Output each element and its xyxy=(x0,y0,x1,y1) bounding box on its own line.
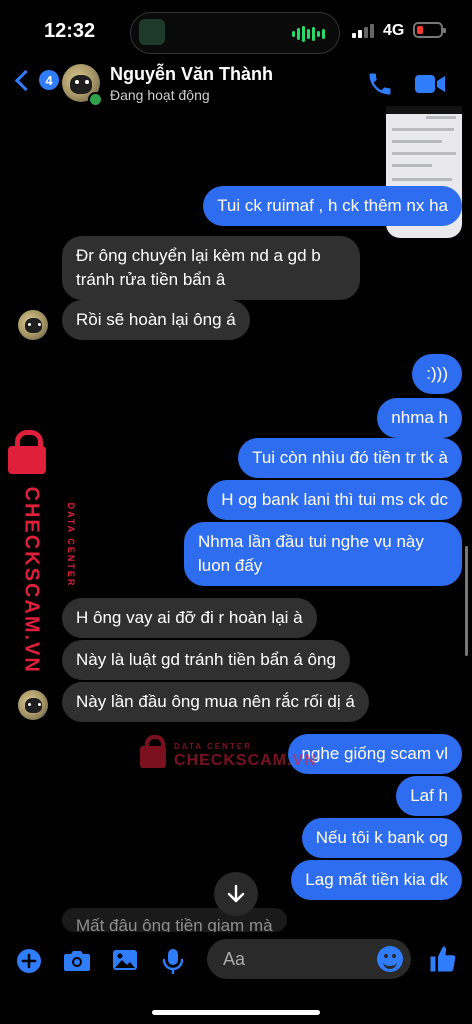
watermark-side: CHECKSCAM.VN DATA CENTER xyxy=(6,430,76,674)
unread-badge: 4 xyxy=(39,70,59,90)
network-type: 4G xyxy=(383,22,405,39)
outgoing-message[interactable]: Laf h xyxy=(396,776,462,816)
online-status-dot xyxy=(88,92,103,107)
arrow-down-icon xyxy=(227,884,245,903)
contact-avatar[interactable] xyxy=(18,690,48,720)
lock-icon xyxy=(8,430,46,474)
watermark-brand: CHECKSCAM.VN xyxy=(174,752,317,769)
watermark-caption: DATA CENTER xyxy=(66,502,76,588)
emoji-icon[interactable] xyxy=(377,946,403,972)
outgoing-message[interactable]: Tui ck ruimaf , h ck thêm nx ha xyxy=(203,186,462,226)
watermark-brand: CHECKSCAM.VN xyxy=(20,486,43,674)
audio-wave-icon xyxy=(292,26,325,42)
status-bar: 12:32 4G xyxy=(0,0,472,56)
chevron-left-icon xyxy=(14,69,37,91)
incoming-message[interactable]: Rồi sẽ hoàn lại ông á xyxy=(62,300,250,340)
outgoing-message[interactable]: Nếu tôi k bank og xyxy=(301,818,462,858)
image-gallery-icon[interactable] xyxy=(112,948,138,972)
incoming-message[interactable]: Này là luật gd tránh tiền bẩn á ông xyxy=(62,640,350,680)
status-time: 12:32 xyxy=(44,20,96,42)
plus-circle-icon[interactable] xyxy=(16,948,42,974)
now-playing-thumbnail xyxy=(139,19,165,45)
microphone-icon[interactable] xyxy=(162,948,184,974)
signal-icon xyxy=(352,24,374,38)
contact-name[interactable]: Nguyễn Văn Thành xyxy=(110,64,273,85)
thumbs-up-icon[interactable] xyxy=(428,944,458,974)
contact-avatar[interactable] xyxy=(18,310,48,340)
conversation-header: 4 Nguyễn Văn Thành Đang hoạt động xyxy=(0,56,472,114)
battery-icon xyxy=(413,22,446,38)
back-button[interactable]: 4 xyxy=(12,69,59,91)
incoming-message[interactable]: Đr ông chuyển lại kèm nd a gd b tránh rử… xyxy=(62,236,360,300)
outgoing-message[interactable]: Nhma lần đầu tui nghe vụ này luon đấy xyxy=(184,522,462,586)
scrollbar[interactable] xyxy=(465,546,468,656)
scroll-to-bottom-button[interactable] xyxy=(214,872,258,916)
outgoing-message[interactable]: H og bank lani thì tui ms ck dc xyxy=(207,480,462,520)
outgoing-message[interactable]: Lag mất tiền kia dk xyxy=(291,860,462,900)
home-indicator xyxy=(152,1010,320,1015)
message-input-placeholder: Aa xyxy=(223,949,246,969)
message-composer: Aa xyxy=(0,932,472,1024)
dynamic-island xyxy=(130,12,340,54)
outgoing-message[interactable]: :))) xyxy=(412,354,462,394)
incoming-message[interactable]: H ông vay ai đỡ đi r hoàn lại à xyxy=(62,598,317,638)
phone-call-icon[interactable] xyxy=(366,70,394,98)
incoming-message[interactable]: Mất đâu ông tiền giam mà xyxy=(62,908,287,932)
lock-icon xyxy=(140,735,166,768)
video-call-icon[interactable] xyxy=(414,72,446,96)
watermark-caption: DATA CENTER xyxy=(174,742,252,751)
outgoing-message[interactable]: nhma h xyxy=(377,398,462,438)
incoming-message[interactable]: Này lần đầu ông mua nên rắc rối dị á xyxy=(62,682,369,722)
camera-icon[interactable] xyxy=(63,948,91,972)
outgoing-message[interactable]: Tui còn nhìu đó tiền tr tk à xyxy=(238,438,462,478)
contact-status: Đang hoạt động xyxy=(110,87,210,103)
message-input[interactable]: Aa xyxy=(207,939,411,979)
